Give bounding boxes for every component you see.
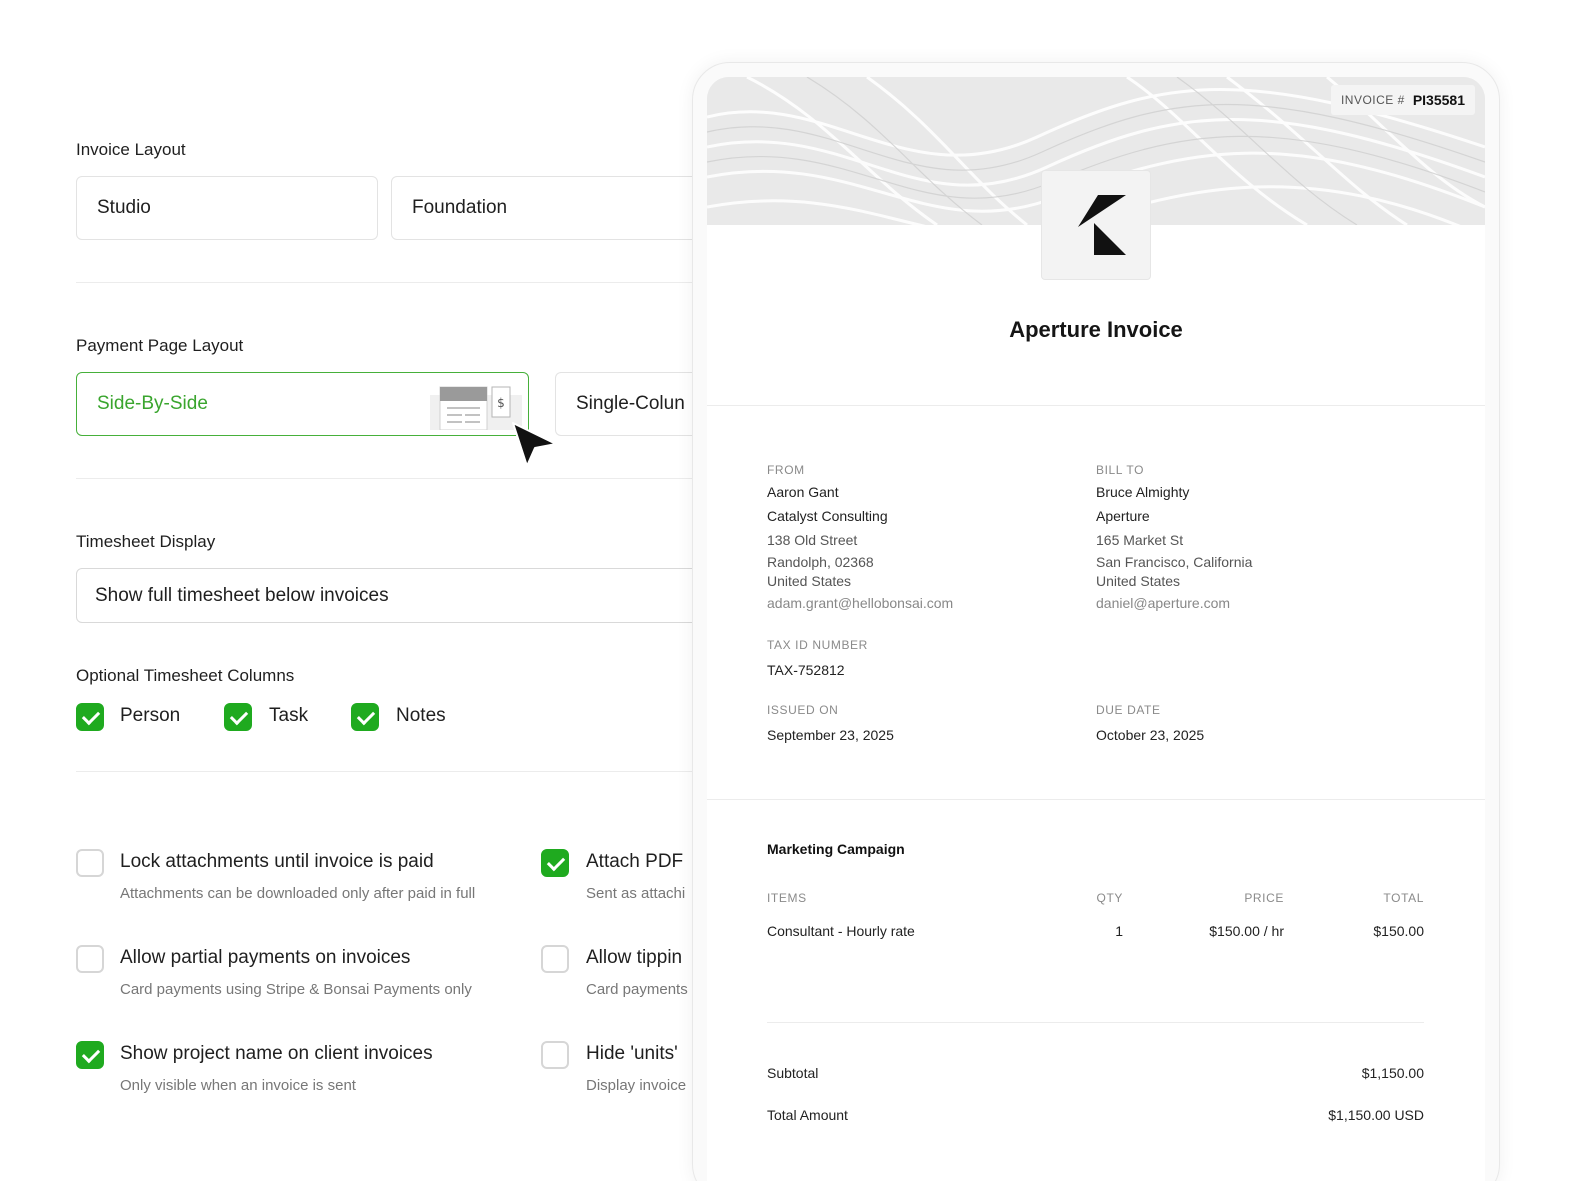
bill-to-street: 165 Market St	[1096, 532, 1184, 548]
dollar-icon: $	[497, 396, 505, 410]
divider	[76, 282, 716, 283]
bill-to-country: United States	[1096, 573, 1181, 589]
from-city: Randolph, 02368	[767, 554, 874, 570]
row-total: $150.00	[1373, 923, 1424, 939]
attach-pdf-desc: Sent as attachi	[586, 885, 686, 902]
option-label: Side-By-Side	[97, 393, 208, 414]
tax-value: TAX-752812	[767, 662, 845, 678]
total-column-header: TOTAL	[1383, 891, 1424, 905]
due-value: October 23, 2025	[1096, 727, 1205, 743]
bill-to-city: San Francisco, California	[1096, 554, 1253, 570]
notes-checkbox[interactable]	[351, 703, 379, 731]
logo-icon	[1078, 195, 1126, 255]
from-caption: FROM	[767, 463, 805, 477]
due-caption: DUE DATE	[1096, 703, 1161, 717]
mouse-cursor-icon	[512, 422, 557, 467]
invoice-number-label: INVOICE #	[1340, 93, 1405, 107]
partial-payments-desc: Card payments using Stripe & Bonsai Paym…	[120, 981, 472, 998]
tax-caption: TAX ID NUMBER	[767, 638, 868, 652]
issued-caption: ISSUED ON	[767, 703, 839, 717]
invoice-layout-label: Invoice Layout	[76, 140, 186, 159]
subtotal-label: Subtotal	[767, 1065, 819, 1081]
from-company: Catalyst Consulting	[767, 508, 888, 524]
from-street: 138 Old Street	[767, 532, 858, 548]
person-checkbox[interactable]	[76, 703, 104, 731]
invoice-preview: INVOICE # PI35581 Aperture Invoice FROM …	[707, 77, 1485, 1181]
invoice-layout-option-foundation[interactable]: Foundation	[391, 176, 731, 240]
timesheet-display-label: Timesheet Display	[76, 532, 216, 551]
hide-units-checkbox[interactable]	[541, 1041, 569, 1069]
notes-label: Notes	[396, 705, 446, 726]
person-label: Person	[120, 705, 181, 726]
lock-attachments-title: Lock attachments until invoice is paid	[120, 851, 434, 872]
price-column-header: PRICE	[1244, 891, 1284, 905]
company-logo	[1041, 170, 1151, 280]
bill-to-name: Bruce Almighty	[1096, 484, 1190, 500]
row-item: Consultant - Hourly rate	[767, 923, 915, 939]
from-email: adam.grant@hellobonsai.com	[767, 595, 954, 611]
total-value: $1,150.00 USD	[1328, 1107, 1424, 1123]
partial-payments-checkbox[interactable]	[76, 945, 104, 973]
from-country: United States	[767, 573, 852, 589]
total-label: Total Amount	[767, 1107, 848, 1123]
show-project-name-checkbox[interactable]	[76, 1041, 104, 1069]
show-project-name-title: Show project name on client invoices	[120, 1043, 433, 1064]
timesheet-display-select[interactable]: Show full timesheet below invoices	[76, 568, 736, 623]
bill-to-company: Aperture	[1096, 508, 1150, 524]
timesheet-display-value: Show full timesheet below invoices	[95, 584, 389, 606]
payment-layout-label: Payment Page Layout	[76, 336, 244, 355]
row-price: $150.00 / hr	[1209, 923, 1284, 939]
bill-to-email: daniel@aperture.com	[1096, 595, 1231, 611]
divider	[707, 799, 1485, 800]
from-name: Aaron Gant	[767, 484, 839, 500]
items-column-header: ITEMS	[767, 891, 807, 905]
row-qty: 1	[1115, 923, 1123, 939]
invoice-number-value: PI35581	[1412, 92, 1465, 108]
issued-value: September 23, 2025	[767, 727, 894, 743]
task-checkbox[interactable]	[224, 703, 252, 731]
subtotal-value: $1,150.00	[1361, 1065, 1424, 1081]
attach-pdf-title: Attach PDF	[586, 851, 684, 872]
divider	[76, 478, 716, 479]
allow-tipping-title: Allow tippin	[586, 947, 683, 968]
project-name: Marketing Campaign	[767, 841, 905, 857]
allow-tipping-checkbox[interactable]	[541, 945, 569, 973]
attach-pdf-checkbox[interactable]	[541, 849, 569, 877]
hide-units-title: Hide 'units'	[586, 1043, 678, 1064]
allow-tipping-desc: Card payments	[586, 981, 688, 998]
layout-preview-icon: $	[430, 386, 522, 430]
invoice-number-badge: INVOICE # PI35581	[1330, 85, 1475, 115]
task-label: Task	[269, 705, 309, 726]
timesheet-columns-label: Optional Timesheet Columns	[76, 666, 295, 685]
bill-to-caption: BILL TO	[1096, 463, 1145, 477]
lock-attachments-checkbox[interactable]	[76, 849, 104, 877]
divider	[76, 771, 716, 772]
divider	[707, 405, 1485, 406]
qty-column-header: QTY	[1096, 891, 1123, 905]
invoice-title: Aperture Invoice	[1009, 317, 1183, 342]
hide-units-desc: Display invoice	[586, 1077, 687, 1094]
partial-payments-title: Allow partial payments on invoices	[120, 947, 411, 968]
lock-attachments-desc: Attachments can be downloaded only after…	[120, 885, 476, 902]
invoice-layout-option-studio[interactable]: Studio	[76, 176, 378, 240]
show-project-name-desc: Only visible when an invoice is sent	[120, 1077, 356, 1094]
divider	[767, 1022, 1424, 1023]
